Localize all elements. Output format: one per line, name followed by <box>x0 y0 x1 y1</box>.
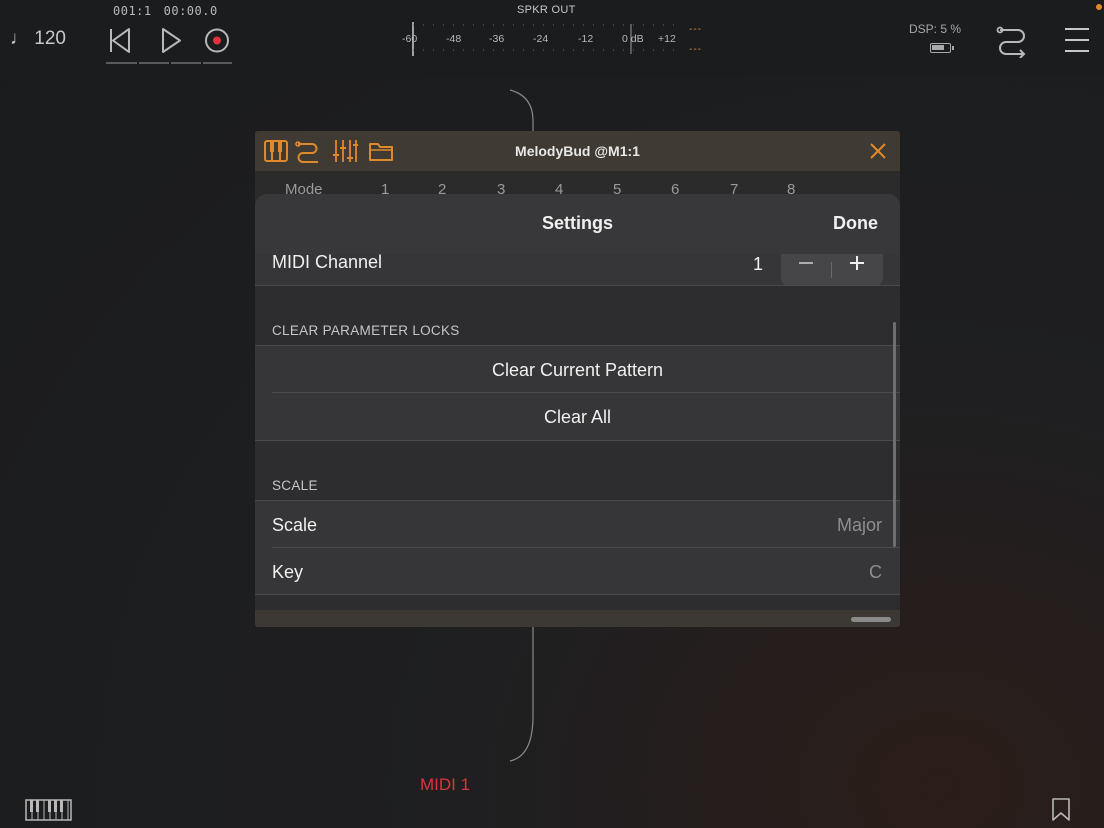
increment-button[interactable] <box>832 254 883 286</box>
keyboard-button[interactable] <box>25 799 72 821</box>
horizontal-scrollbar[interactable] <box>851 617 891 622</box>
bookmark-icon <box>1052 798 1070 821</box>
plugin-header: MelodyBud @M1:1 <box>255 131 900 171</box>
play-button[interactable] <box>158 22 188 60</box>
settings-title: Settings <box>541 213 613 233</box>
row-separator <box>255 440 900 441</box>
time-position: 00:00.0 <box>163 4 218 18</box>
settings-header-cover: Settings Done <box>255 194 900 254</box>
vertical-scrollbar[interactable] <box>893 322 896 547</box>
peak-left: --- <box>689 24 702 35</box>
bar-position: 001:1 <box>113 4 152 18</box>
level-meter[interactable]: -60 -48 -36 -24 -12 0 dB +12 <box>400 20 710 60</box>
piano-keyboard-icon <box>25 799 72 821</box>
tempo-display[interactable]: ♩ 120 <box>10 28 66 50</box>
section-header-clear-locks: CLEAR PARAMETER LOCKS <box>272 323 460 338</box>
hamburger-menu-icon <box>1065 28 1089 52</box>
minus-icon <box>799 262 813 264</box>
decrement-button[interactable] <box>781 254 831 286</box>
scale-row[interactable]: Scale Major <box>255 501 900 548</box>
row-separator <box>255 594 900 595</box>
peak-right: --- <box>689 44 702 55</box>
rewind-button[interactable] <box>106 22 136 60</box>
close-plugin-button[interactable] <box>869 142 887 160</box>
clear-all-button[interactable]: Clear All <box>255 393 900 440</box>
transport-bar: ♩ 120 001:1 00:00.0 SPKR OUT -60 -48 -36… <box>0 0 1104 76</box>
transport-underline <box>106 62 137 64</box>
output-label: SPKR OUT <box>517 4 576 16</box>
meter-tick-label: 0 dB <box>622 33 644 45</box>
plus-icon <box>850 256 864 270</box>
status-dot <box>1096 4 1102 10</box>
battery-icon <box>930 43 954 53</box>
battery-fill <box>932 45 944 50</box>
close-icon <box>870 143 886 159</box>
record-button[interactable] <box>202 22 232 60</box>
record-icon <box>205 28 229 53</box>
timecode: 001:1 00:00.0 <box>113 4 230 18</box>
play-icon <box>162 28 181 53</box>
transport-underline <box>203 62 232 64</box>
scale-label: Scale <box>272 515 318 535</box>
midi-channel-label: MIDI Channel <box>272 252 383 272</box>
transport-controls <box>106 22 232 64</box>
key-value: C <box>869 562 882 582</box>
section-header-scale: SCALE <box>272 478 318 493</box>
track-label[interactable]: MIDI 1 <box>420 775 470 795</box>
transport-underline <box>171 62 201 64</box>
transport-underline <box>139 62 169 64</box>
meter-tick-label: +12 <box>658 33 676 45</box>
done-button[interactable]: Done <box>833 213 878 234</box>
key-label: Key <box>272 562 304 582</box>
bookmark-button[interactable] <box>1051 798 1071 822</box>
meter-tick-label: -48 <box>446 33 462 45</box>
meter-tick-label: -36 <box>489 33 505 45</box>
key-row[interactable]: Key C <box>255 548 900 595</box>
rewind-icon <box>110 28 130 53</box>
meter-tick-label: -24 <box>533 33 549 45</box>
midi-channel-value: 1 <box>753 254 764 274</box>
plugin-title: MelodyBud @M1:1 <box>515 143 640 159</box>
clear-all-label: Clear All <box>543 407 612 427</box>
dsp-load: DSP: 5 % <box>909 22 962 36</box>
settings-sheet: Settings Done MIDI Channel 1 Settings Do… <box>255 194 900 610</box>
row-separator <box>255 285 900 286</box>
meter-tick-label: -12 <box>578 33 594 45</box>
scale-value: Major <box>836 515 882 535</box>
midi-channel-stepper <box>781 254 883 286</box>
pattern-header-row: Mode 1 2 3 4 5 6 7 8 <box>255 171 900 198</box>
clear-current-pattern-label: Clear Current Pattern <box>491 360 664 380</box>
meter-tick-label: -60 <box>402 33 418 45</box>
menu-button[interactable] <box>1064 26 1090 54</box>
routing-icon <box>996 26 1026 59</box>
routing-button[interactable] <box>996 22 1028 59</box>
clear-current-pattern-button[interactable]: Clear Current Pattern <box>255 346 900 393</box>
